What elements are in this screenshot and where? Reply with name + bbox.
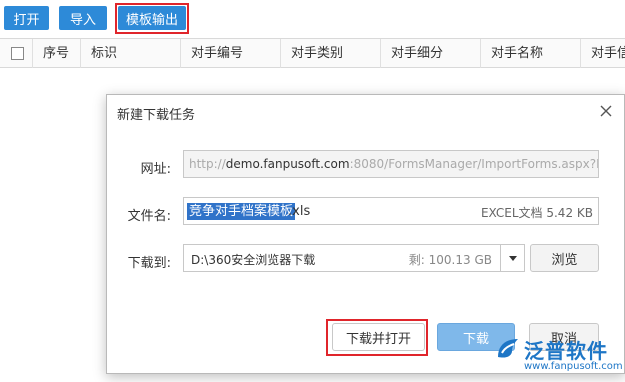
url-field[interactable]: http://demo.fanpusoft.com:8080/FormsMana… <box>183 150 599 178</box>
filename-input[interactable]: 竞争对手档案模板 .xls EXCEL文档 5.42 KB <box>183 197 599 225</box>
column-header[interactable]: 对手信 <box>581 39 625 68</box>
open-button[interactable]: 打开 <box>4 6 49 30</box>
table-header: 序号 标识 对手编号 对手类别 对手细分 对手名称 对手信 <box>0 38 625 68</box>
new-download-dialog: 新建下载任务 网址: http://demo.fanpusoft.com:808… <box>106 94 625 374</box>
watermark-brand: 泛普软件 <box>524 339 608 363</box>
chevron-down-icon[interactable] <box>500 245 524 271</box>
browse-button[interactable]: 浏览 <box>530 244 599 272</box>
url-rest: :8080/FormsManager/ImportForms.aspx?Fo <box>349 157 599 171</box>
url-prefix: http:// <box>189 157 226 171</box>
column-header[interactable]: 对手类别 <box>281 39 381 68</box>
brand-watermark: 泛普软件 www.fanpusoft.com <box>494 333 623 377</box>
column-header[interactable]: 序号 <box>33 39 81 68</box>
filename-extension: .xls <box>288 204 311 219</box>
column-header[interactable]: 标识 <box>81 39 181 68</box>
highlight-frame-download-open <box>326 319 428 356</box>
free-space: 剩: 100.13 GB <box>408 253 492 267</box>
download-path: D:\360安全浏览器下载 <box>191 253 316 267</box>
download-path-select[interactable]: D:\360安全浏览器下载 剩: 100.13 GB <box>183 244 525 272</box>
import-button[interactable]: 导入 <box>59 6 107 30</box>
dialog-title: 新建下载任务 <box>117 108 196 123</box>
select-all-cell <box>0 39 33 68</box>
column-header[interactable]: 对手编号 <box>181 39 281 68</box>
close-icon[interactable] <box>596 101 616 121</box>
url-label: 网址: <box>140 162 171 177</box>
toolbar: 打开 导入 模板输出 <box>0 0 625 36</box>
url-host: demo.fanpusoft.com <box>225 157 350 171</box>
column-header[interactable]: 对手细分 <box>381 39 481 68</box>
column-header[interactable]: 对手名称 <box>481 39 581 68</box>
filename-selected-text: 竞争对手档案模板 <box>187 203 296 220</box>
download-to-label: 下载到: <box>127 256 171 271</box>
file-type-size: EXCEL文档 5.42 KB <box>480 206 593 220</box>
select-all-checkbox[interactable] <box>11 47 24 60</box>
fanpu-logo-icon <box>494 335 522 363</box>
filename-label: 文件名: <box>127 209 171 224</box>
watermark-url: www.fanpusoft.com <box>524 361 623 372</box>
highlight-frame-template-export <box>115 3 189 34</box>
